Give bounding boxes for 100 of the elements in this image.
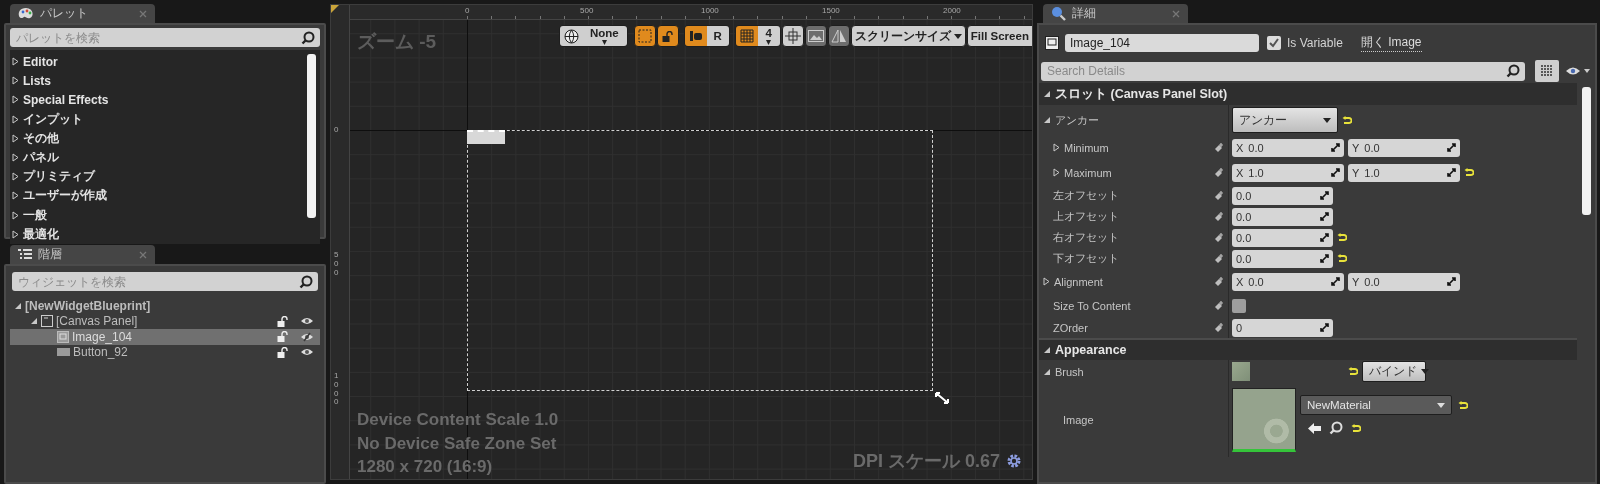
reset-icon[interactable] xyxy=(1337,254,1347,263)
expand-arrow-icon[interactable] xyxy=(12,114,19,124)
caret-icon xyxy=(1421,369,1429,374)
section-header[interactable]: スロット (Canvas Panel Slot) xyxy=(1039,83,1577,105)
details-tab[interactable]: 詳細 xyxy=(1043,4,1188,23)
expand-arrow-icon[interactable] xyxy=(12,172,19,182)
bind-dropdown[interactable]: バインド xyxy=(1362,361,1426,382)
expand-arrow-icon[interactable] xyxy=(12,191,19,201)
expand-arrow-icon[interactable] xyxy=(12,210,19,220)
bind-pin-icon[interactable] xyxy=(1214,167,1224,178)
search-field[interactable]: ウィジェットを検索 xyxy=(12,272,318,291)
number-field[interactable]: Y 1.0 xyxy=(1348,163,1460,182)
flip-toggle[interactable] xyxy=(827,25,850,47)
eye-icon[interactable] xyxy=(300,347,314,358)
scrollbar-thumb[interactable] xyxy=(307,54,316,218)
eye-crossed-icon[interactable] xyxy=(300,331,314,342)
number-field[interactable]: X 0.0 xyxy=(1232,272,1344,291)
number-field[interactable]: 0.0 xyxy=(1232,228,1333,247)
number-field[interactable]: X 0.0 xyxy=(1232,138,1344,157)
checkbox[interactable] xyxy=(1267,36,1281,50)
tree-item[interactable]: [NewWidgetBlueprint] xyxy=(10,298,320,314)
palette-category[interactable]: Lists xyxy=(12,71,320,91)
lock-toggle[interactable] xyxy=(656,25,679,47)
palette-category[interactable]: ユーザーが作成 xyxy=(12,186,320,206)
bind-pin-icon[interactable] xyxy=(1214,276,1224,287)
search-field[interactable]: Search Details xyxy=(1041,61,1525,81)
expand-arrow-icon[interactable] xyxy=(12,57,19,67)
expand-arrow-icon[interactable] xyxy=(12,229,19,239)
scrollbar-thumb[interactable] xyxy=(1582,87,1591,215)
asset-dropdown[interactable]: NewMaterial xyxy=(1300,395,1452,415)
mirror-triangles-icon xyxy=(830,29,847,43)
checkbox[interactable] xyxy=(1232,298,1246,313)
drag-arrows-icon xyxy=(1447,277,1456,286)
bind-pin-icon[interactable] xyxy=(1214,190,1224,201)
respect-locks-toggle[interactable]: R xyxy=(683,25,730,47)
number-field[interactable]: 0.0 xyxy=(1232,207,1333,226)
collapse-arrow-icon[interactable] xyxy=(1043,90,1051,98)
eye-icon[interactable] xyxy=(1565,65,1591,77)
number-field[interactable]: Y 0.0 xyxy=(1348,138,1460,157)
grid-snap-dropdown[interactable]: 4 xyxy=(734,25,781,47)
expand-arrow-icon[interactable] xyxy=(12,95,19,105)
bind-pin-icon[interactable] xyxy=(1214,142,1224,153)
palette-category[interactable]: プリミティブ xyxy=(12,167,320,187)
section-header[interactable]: Appearance xyxy=(1039,338,1577,360)
expand-arrow-icon[interactable] xyxy=(12,76,19,86)
palette-category[interactable]: Editor xyxy=(12,52,320,72)
expand-arrow-icon[interactable] xyxy=(1043,277,1050,286)
hierarchy-tab[interactable]: 階層 xyxy=(10,245,155,264)
number-field[interactable]: 0 xyxy=(1232,318,1333,337)
arrow-left-icon[interactable] xyxy=(1308,422,1321,434)
screen-size-dropdown[interactable]: スクリーンサイズ xyxy=(850,25,966,47)
expand-arrow-icon[interactable] xyxy=(1053,168,1060,177)
resize-arrow-icon[interactable] xyxy=(935,392,949,404)
collapse-arrow-icon[interactable] xyxy=(30,317,38,326)
reset-icon[interactable] xyxy=(1458,400,1468,410)
palette-category[interactable]: その他 xyxy=(12,128,320,148)
zoom-to-fit-button[interactable] xyxy=(781,25,804,47)
search-field[interactable]: パレットを検索 xyxy=(10,28,320,47)
palette-category[interactable]: 一般 xyxy=(12,205,320,225)
number-field[interactable]: 0.0 xyxy=(1232,249,1333,268)
bind-pin-icon[interactable] xyxy=(1214,322,1224,333)
collapse-arrow-icon[interactable] xyxy=(1043,346,1051,354)
name-field[interactable]: Image_104 xyxy=(1065,34,1259,52)
tree-item[interactable]: Image_104 xyxy=(10,329,320,345)
palette-category[interactable]: Special Effects xyxy=(12,90,320,110)
palette-category[interactable]: インプット xyxy=(12,109,320,129)
tree-item[interactable]: Button_92 xyxy=(10,344,320,360)
eye-icon[interactable] xyxy=(300,316,314,327)
reset-icon[interactable] xyxy=(1337,233,1347,242)
collapse-arrow-icon[interactable] xyxy=(14,301,22,310)
anchor-dropdown[interactable]: アンカー xyxy=(1232,107,1338,133)
open-asset-link[interactable]: 開く Image xyxy=(1360,34,1422,52)
expand-arrow-icon[interactable] xyxy=(12,153,19,163)
localization-dropdown[interactable]: None xyxy=(559,25,628,47)
bind-pin-icon[interactable] xyxy=(1214,211,1224,222)
bind-pin-icon[interactable] xyxy=(1214,232,1224,243)
number-field[interactable]: 0.0 xyxy=(1232,186,1333,205)
bind-pin-icon[interactable] xyxy=(1214,300,1224,311)
palette-category[interactable]: 最適化 xyxy=(12,224,320,244)
number-field[interactable]: Y 0.0 xyxy=(1348,272,1460,291)
screen-size-dropdown[interactable]: Fill Screen xyxy=(966,25,1032,47)
outline-toggle[interactable] xyxy=(633,25,656,47)
expand-arrow-icon[interactable] xyxy=(1053,143,1060,152)
corner-marker xyxy=(331,5,339,13)
reset-icon[interactable] xyxy=(1351,423,1361,433)
reset-icon[interactable] xyxy=(1348,367,1358,376)
expand-arrow-icon[interactable] xyxy=(12,133,19,143)
reset-icon[interactable] xyxy=(1464,168,1474,177)
lock-icon xyxy=(662,30,674,42)
palette-category[interactable]: パネル xyxy=(12,147,320,168)
number-field[interactable]: X 1.0 xyxy=(1232,163,1344,182)
bind-pin-icon[interactable] xyxy=(1214,253,1224,264)
view-options-button[interactable] xyxy=(1535,60,1559,82)
collapse-arrow-icon[interactable] xyxy=(1043,367,1051,376)
collapse-arrow-icon[interactable] xyxy=(1043,116,1051,124)
property-label: 下オフセット xyxy=(1053,251,1120,266)
settings-icon[interactable] xyxy=(1006,453,1022,469)
palette-tab[interactable]: パレット xyxy=(10,4,155,23)
reset-icon[interactable] xyxy=(1342,115,1352,125)
tree-item[interactable]: [Canvas Panel] xyxy=(10,313,320,329)
